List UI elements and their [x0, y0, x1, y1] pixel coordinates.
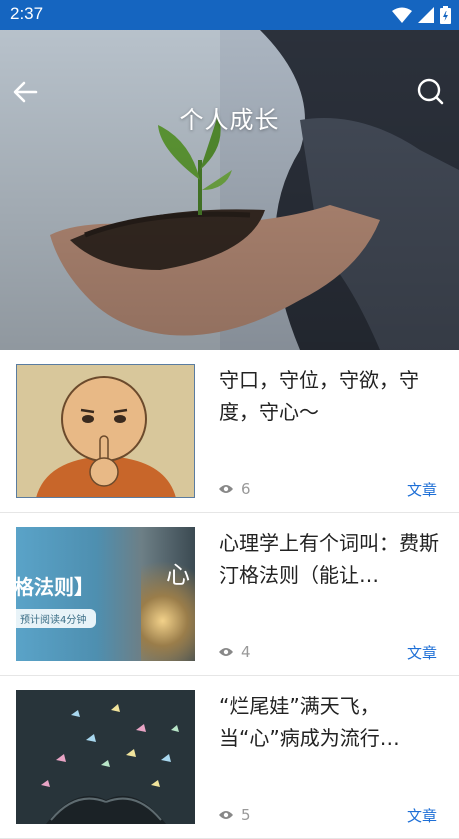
- view-count-value: 6: [241, 480, 251, 498]
- list-item[interactable]: 格法则】 心 预计阅读4分钟 心理学上有个词叫：费斯汀格法则（能让… 4 文章: [0, 513, 459, 676]
- article-tag[interactable]: 文章: [407, 805, 437, 826]
- article-thumbnail: [16, 690, 195, 824]
- wifi-icon: [392, 7, 412, 23]
- search-icon[interactable]: [413, 74, 447, 108]
- article-list: 守口，守位，守欲，守度，守心～ 6 文章 格法则】 心 预计阅读4分钟 心理学上…: [0, 350, 459, 839]
- view-count: 4: [219, 643, 251, 661]
- battery-icon: [440, 6, 451, 24]
- article-tag[interactable]: 文章: [407, 642, 437, 663]
- eye-icon: [219, 811, 233, 819]
- article-title: 心理学上有个词叫：费斯汀格法则（能让…: [219, 531, 439, 587]
- article-thumbnail: 格法则】 心 预计阅读4分钟: [16, 527, 195, 661]
- view-count: 5: [219, 806, 251, 824]
- status-bar: 2:37: [0, 0, 459, 30]
- view-count: 6: [219, 480, 251, 498]
- status-time: 2:37: [10, 4, 44, 23]
- list-item[interactable]: “烂尾娃”满天飞，当“心”病成为流行病，… 5 文章: [0, 676, 459, 839]
- eye-icon: [219, 648, 233, 656]
- article-title: “烂尾娃”满天飞，当“心”病成为流行病，…: [219, 694, 380, 750]
- signal-icon: [418, 7, 434, 23]
- view-count-value: 4: [241, 643, 251, 661]
- page-title: 个人成长: [179, 106, 280, 134]
- hero-banner: 个人成长: [0, 30, 459, 350]
- eye-icon: [219, 485, 233, 493]
- article-tag[interactable]: 文章: [407, 479, 437, 500]
- article-title: 守口，守位，守欲，守度，守心～: [219, 368, 419, 424]
- list-item[interactable]: 守口，守位，守欲，守度，守心～ 6 文章: [0, 350, 459, 513]
- article-thumbnail: [16, 364, 195, 498]
- view-count-value: 5: [241, 806, 251, 824]
